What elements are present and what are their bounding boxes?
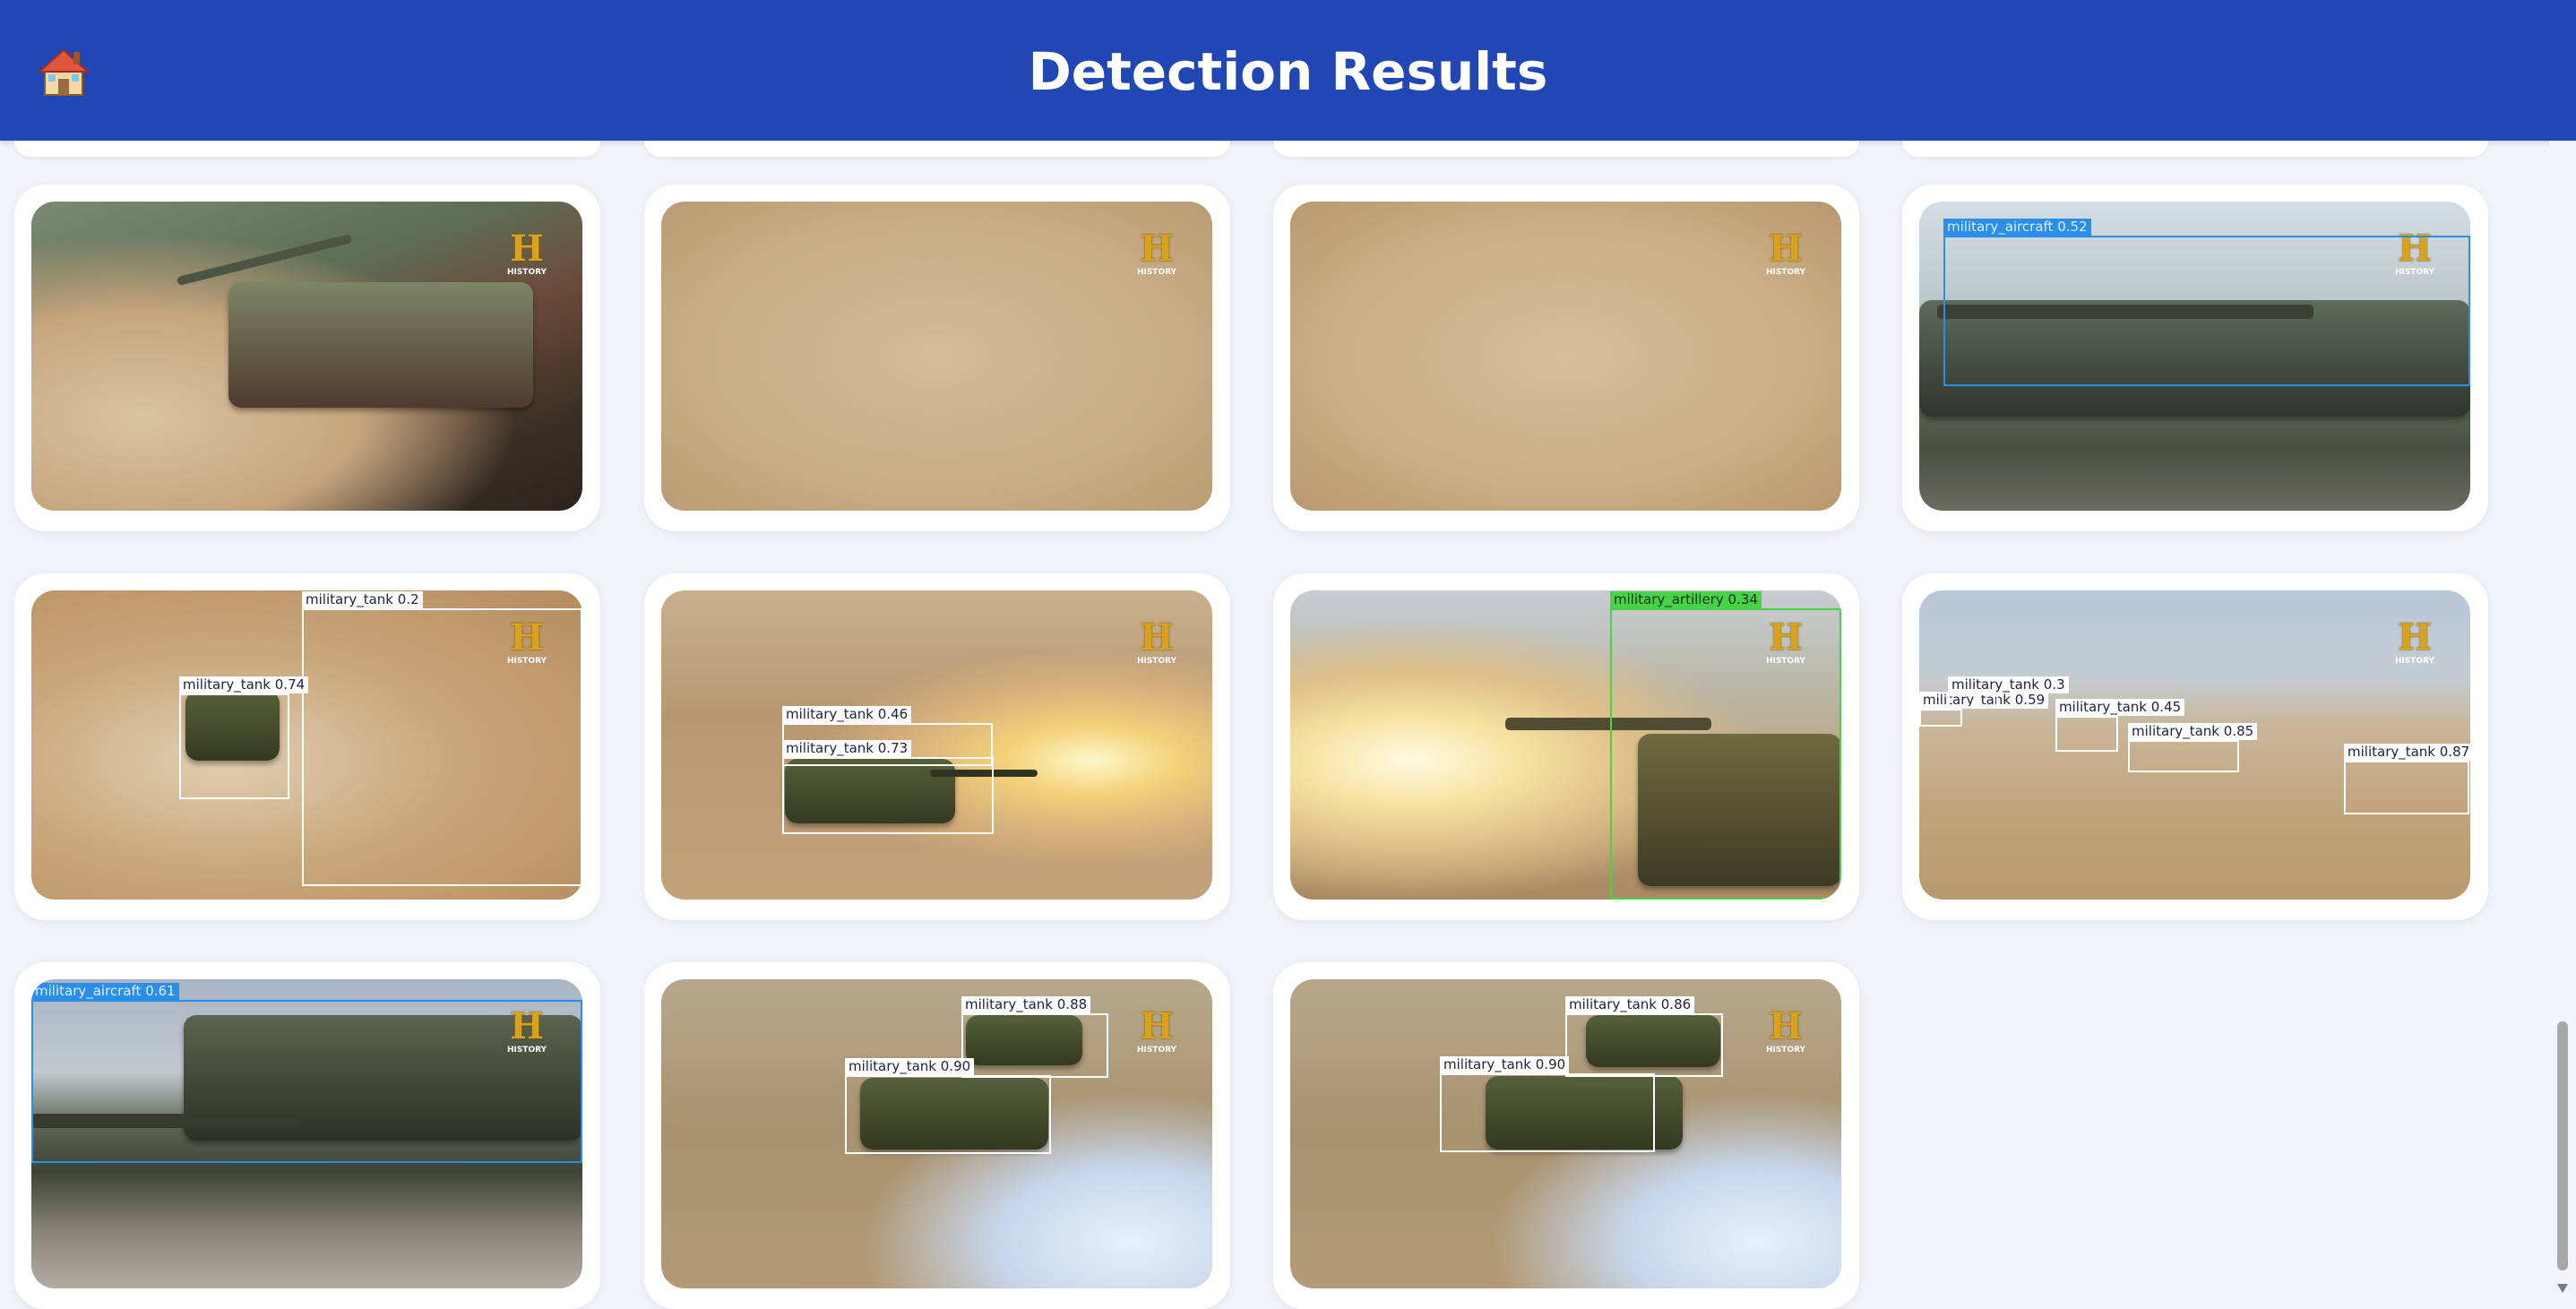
- detection-label: military_tank 0.74: [179, 676, 309, 693]
- result-card[interactable]: H HISTORY military_artillery 0.34: [1273, 573, 1859, 920]
- detection-label: military_tank 0.88: [961, 996, 1091, 1013]
- detection-label: military_tank 0.46: [782, 706, 912, 723]
- detection-box[interactable]: military_tank 0.86: [1565, 996, 1723, 1077]
- app-header: Detection Results: [0, 0, 2576, 141]
- tank-silhouette: [228, 282, 533, 408]
- result-card[interactable]: H HISTORY military_aircraft 0.61: [14, 962, 600, 1309]
- result-image: H HISTORY military_artillery 0.34: [1290, 590, 1841, 900]
- detection-label: military_tank 0.73: [782, 740, 912, 757]
- previous-result-card: [14, 141, 600, 157]
- detection-box[interactable]: military_tank 0.2: [302, 591, 582, 886]
- result-image: H HISTORY military_tank 0.2 military_tank…: [31, 590, 582, 900]
- detection-label: military_tank 0.45: [2055, 699, 2185, 716]
- result-image: H HISTORY military_aircraft 0.61: [31, 979, 582, 1288]
- history-logo: H HISTORY: [1765, 228, 1806, 278]
- result-image: H HISTORY military_tank 0.86 military_tan…: [1290, 979, 1841, 1288]
- history-logo: H HISTORY: [1136, 616, 1177, 667]
- previous-result-card: [644, 141, 1230, 157]
- detection-box[interactable]: military_tank 0.45: [2055, 699, 2185, 752]
- result-card[interactable]: H HISTORY military_tank 0.59 military_tan…: [1902, 573, 2488, 920]
- detection-label: military_tank 0.90: [1440, 1056, 1570, 1073]
- result-card[interactable]: H HISTORY military_tank 0.46 military_tan…: [644, 573, 1230, 920]
- result-image: H HISTORY military_aircraft 0.52: [1919, 202, 2470, 511]
- history-logo: H HISTORY: [1136, 228, 1177, 278]
- detection-box[interactable]: military_tank 0.74: [179, 676, 309, 799]
- result-card[interactable]: H HISTORY: [644, 185, 1230, 531]
- detection-label: military_tank 0.90: [845, 1058, 975, 1075]
- history-logo: H HISTORY: [506, 228, 547, 278]
- scroll-down-arrow-icon[interactable]: [2557, 1284, 2568, 1293]
- detection-box[interactable]: military_artillery 0.34: [1610, 591, 1841, 900]
- result-card[interactable]: H HISTORY military_tank 0.88 military_tan…: [644, 962, 1230, 1309]
- history-logo: H HISTORY: [1136, 1005, 1177, 1055]
- detection-label: military_tank 0.85: [2128, 723, 2258, 740]
- history-logo: H HISTORY: [2394, 616, 2435, 667]
- detection-box[interactable]: military_aircraft 0.61: [31, 983, 582, 1163]
- detection-label: military_tank 0.3: [1948, 676, 2069, 693]
- previous-result-card: [1902, 141, 2488, 157]
- result-image: H HISTORY military_tank 0.59 military_tan…: [1919, 590, 2470, 900]
- detection-box[interactable]: military_tank 0.90: [1440, 1056, 1655, 1152]
- result-image: H HISTORY military_tank 0.46 military_tan…: [661, 590, 1212, 900]
- previous-result-card: [1273, 141, 1859, 157]
- result-card[interactable]: H HISTORY: [14, 185, 600, 531]
- result-card[interactable]: H HISTORY military_aircraft 0.52: [1902, 185, 2488, 531]
- detection-box[interactable]: military_tank 0.73: [782, 740, 994, 834]
- scrollbar[interactable]: [2549, 141, 2576, 1296]
- detection-label: military_tank 0.86: [1565, 996, 1695, 1013]
- result-card[interactable]: H HISTORY military_tank 0.86 military_tan…: [1273, 962, 1859, 1309]
- result-card[interactable]: H HISTORY military_tank 0.2 military_tank…: [14, 573, 600, 920]
- detection-box[interactable]: military_tank 0.59: [1919, 692, 2049, 727]
- tank-barrel: [176, 233, 353, 287]
- page-title: Detection Results: [1028, 41, 1548, 102]
- result-image: H HISTORY military_tank 0.88 military_tan…: [661, 979, 1212, 1288]
- history-logo: H HISTORY: [1765, 1005, 1806, 1055]
- detection-label: military_aircraft 0.52: [1943, 219, 2091, 236]
- scrollbar-thumb[interactable]: [2557, 1021, 2568, 1270]
- detection-box[interactable]: military_tank 0.87: [2344, 744, 2470, 814]
- detection-box[interactable]: military_tank 0.3: [1948, 676, 2069, 708]
- detection-box[interactable]: military_aircraft 0.52: [1943, 219, 2470, 386]
- result-image: H HISTORY: [661, 202, 1212, 511]
- detection-label: military_tank 0.2: [302, 591, 423, 608]
- detection-label: military_artillery 0.34: [1610, 591, 1762, 608]
- result-card[interactable]: H HISTORY: [1273, 185, 1859, 531]
- detection-box[interactable]: military_tank 0.88: [961, 996, 1108, 1078]
- result-image: H HISTORY: [1290, 202, 1841, 511]
- detection-box[interactable]: military_tank 0.85: [2128, 723, 2258, 772]
- detection-label: military_aircraft 0.61: [31, 983, 179, 1000]
- detection-box[interactable]: military_tank 0.90: [845, 1058, 1051, 1154]
- detection-label: military_tank 0.87: [2344, 744, 2470, 761]
- result-image: H HISTORY: [31, 202, 582, 511]
